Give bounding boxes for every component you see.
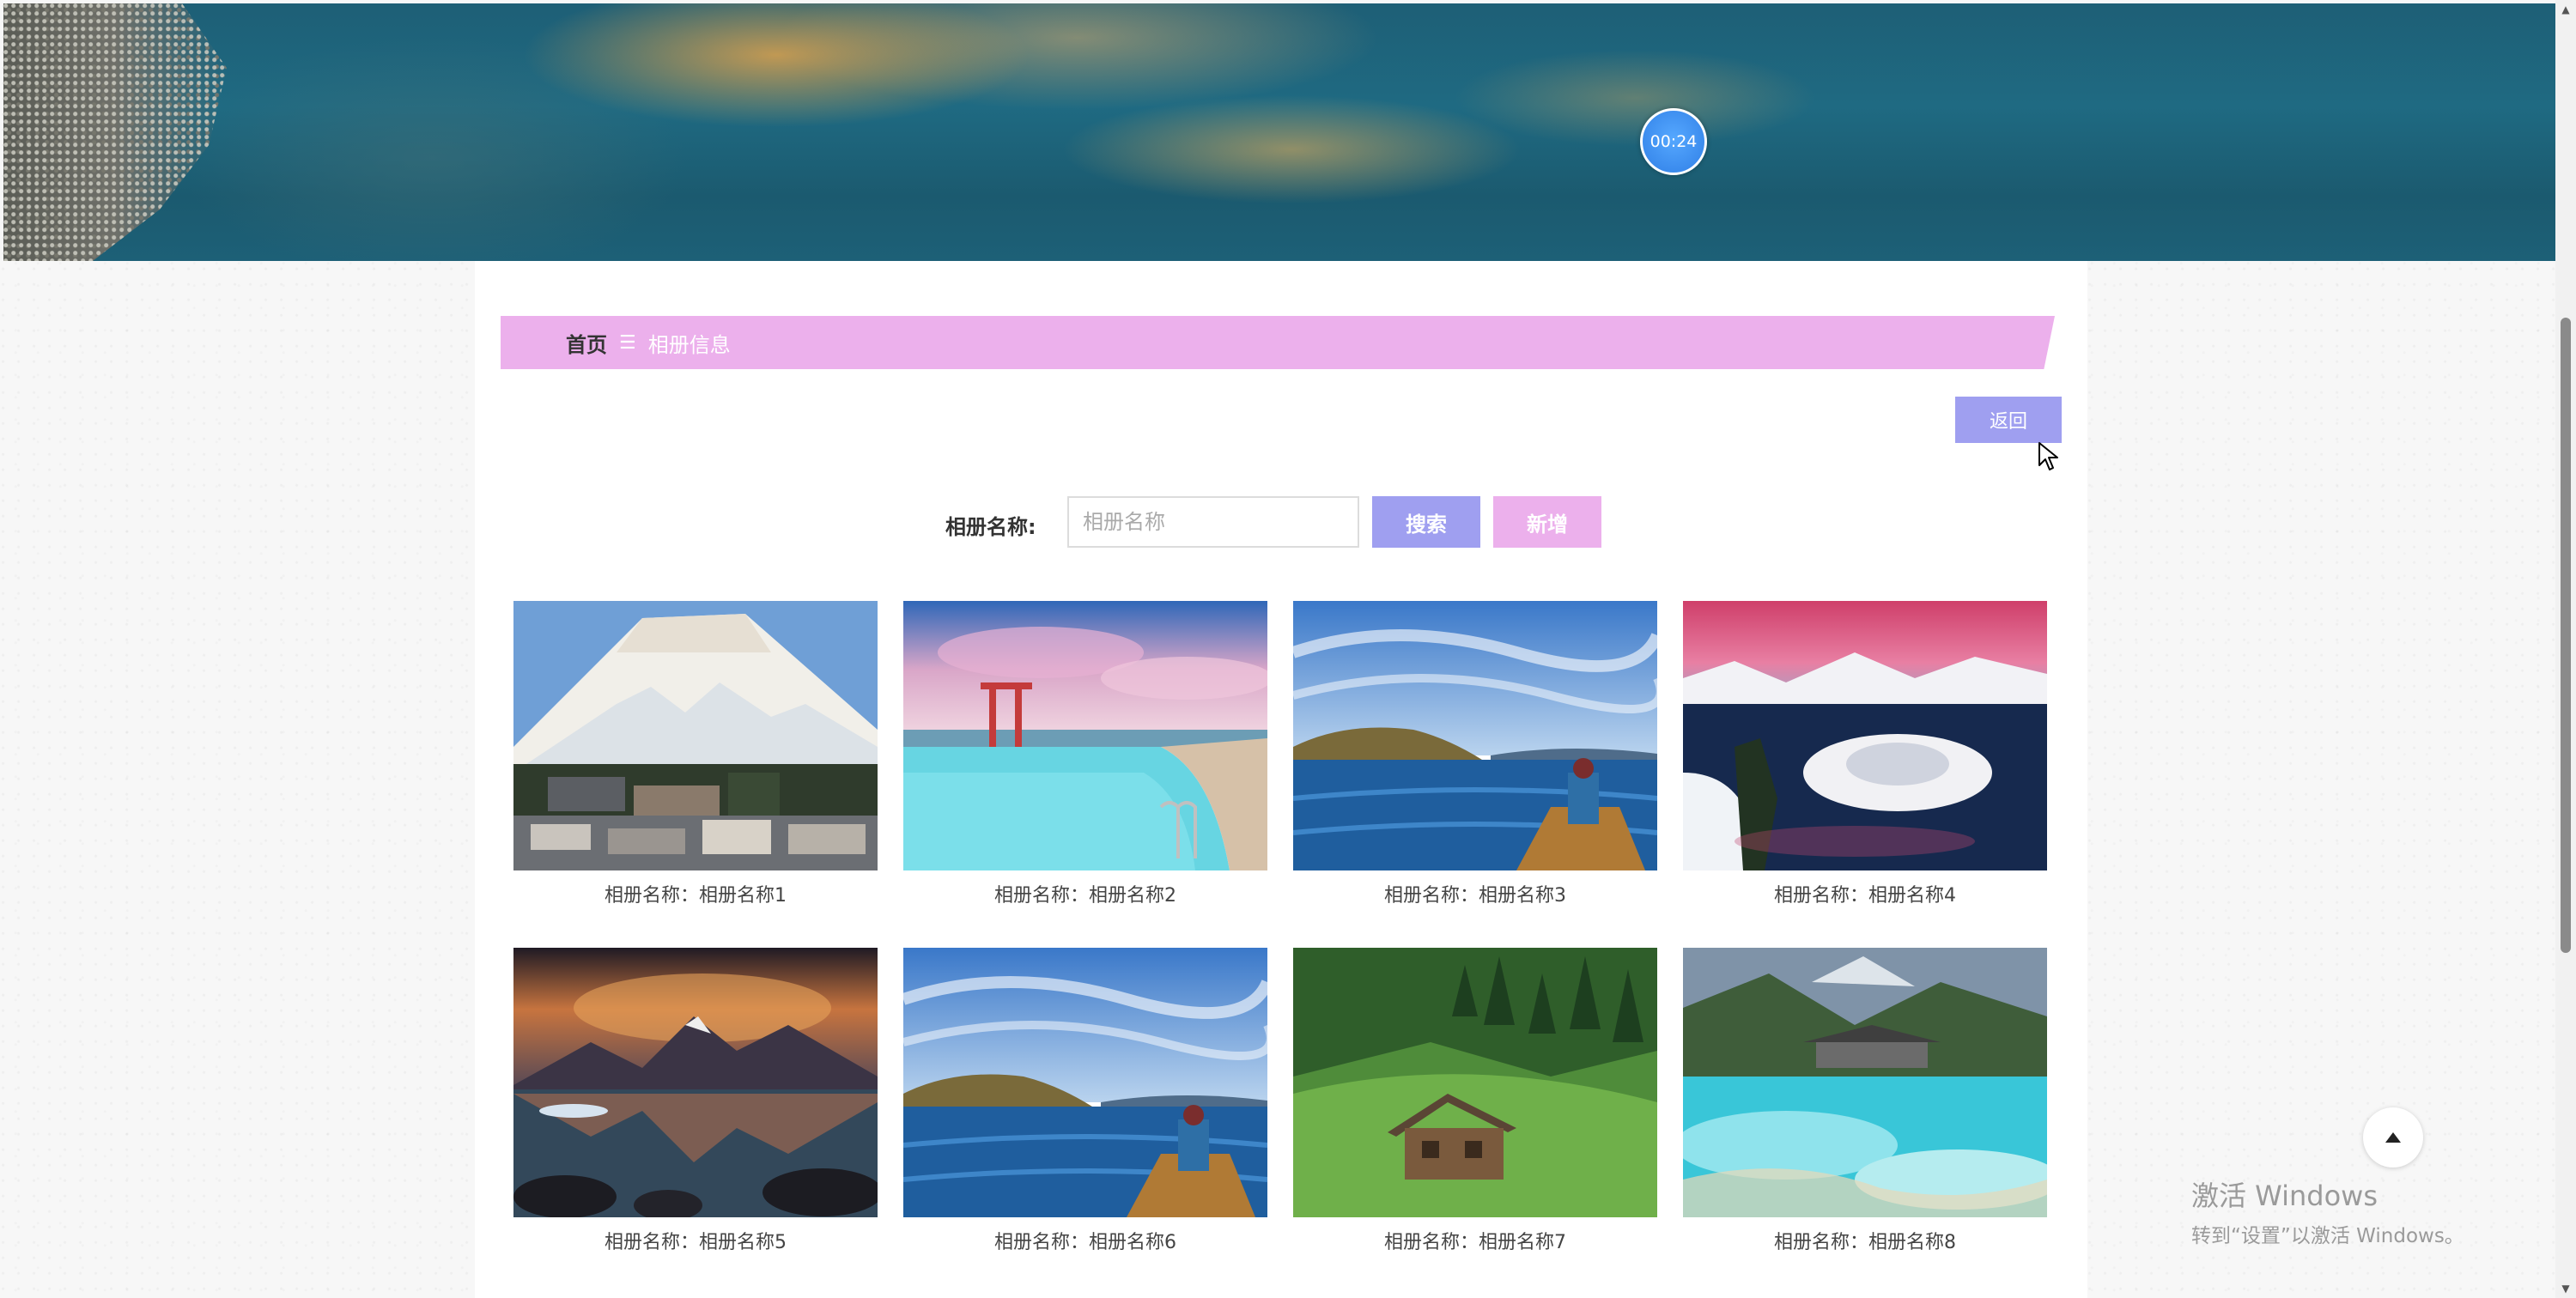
album-card[interactable]: 相册名称：相册名称3: [1293, 601, 1657, 908]
back-to-top-button[interactable]: [2363, 1107, 2423, 1168]
album-thumbnail[interactable]: [1293, 601, 1657, 870]
scroll-thumb[interactable]: [2561, 318, 2571, 953]
windows-activation-watermark: 激活 Windows 转到“设置”以激活 Windows。: [2191, 1174, 2464, 1248]
album-caption: 相册名称：相册名称3: [1384, 885, 1566, 907]
back-button[interactable]: 返回: [1955, 397, 2062, 443]
album-thumbnail[interactable]: [513, 601, 878, 870]
album-content-panel: 首页 ☰ 相册信息 返回 相册名称: 搜索 新增: [475, 261, 2087, 1298]
search-bar: 相册名称: 搜索 新增: [475, 496, 2087, 548]
watermark-title: 激活 Windows: [2191, 1180, 2379, 1212]
timer-badge: 00:24: [1640, 108, 1707, 175]
search-button[interactable]: 搜索: [1372, 496, 1480, 548]
album-thumbnail[interactable]: [903, 601, 1267, 870]
page-scrollbar[interactable]: ▲ ▼: [2555, 0, 2576, 1298]
album-card[interactable]: 相册名称：相册名称2: [903, 601, 1267, 908]
album-thumbnail[interactable]: [513, 948, 878, 1217]
album-card[interactable]: 相册名称：相册名称5: [513, 948, 878, 1255]
album-caption: 相册名称：相册名称7: [1384, 1232, 1566, 1253]
album-caption: 相册名称：相册名称6: [994, 1232, 1176, 1253]
album-grid: 相册名称：相册名称1 相册名称：相册名称2 相册名称：相册名称3 相册名称：相册…: [513, 601, 2059, 1255]
album-name-search-input[interactable]: [1067, 496, 1359, 548]
album-card[interactable]: 相册名称：相册名称6: [903, 948, 1267, 1255]
mouse-cursor-icon: [2038, 442, 2058, 470]
album-card[interactable]: 相册名称：相册名称1: [513, 601, 878, 908]
album-caption: 相册名称：相册名称5: [605, 1232, 787, 1253]
scroll-down-icon[interactable]: ▼: [2555, 1279, 2576, 1298]
header-banner: 00:24: [3, 3, 2555, 261]
album-thumbnail[interactable]: [1683, 601, 2047, 870]
album-thumbnail[interactable]: [903, 948, 1267, 1217]
breadcrumb: 首页 ☰ 相册信息: [501, 316, 2055, 369]
breadcrumb-current: 相册信息: [647, 332, 731, 357]
page: 00:24 ▲ ▼ 首页 ☰ 相册信息 返回 相册名称: 搜索 新增: [0, 0, 2576, 1298]
breadcrumb-separator-icon: ☰: [619, 331, 636, 354]
album-caption: 相册名称：相册名称8: [1774, 1232, 1956, 1253]
album-thumbnail[interactable]: [1683, 948, 2047, 1217]
arrow-up-icon: [2385, 1132, 2401, 1143]
breadcrumb-home-link[interactable]: 首页: [566, 328, 607, 358]
banner-rock-decoration: [3, 3, 227, 261]
album-card[interactable]: 相册名称：相册名称8: [1683, 948, 2047, 1255]
album-card[interactable]: 相册名称：相册名称4: [1683, 601, 2047, 908]
album-caption: 相册名称：相册名称1: [605, 885, 787, 907]
album-thumbnail[interactable]: [1293, 948, 1657, 1217]
add-album-button[interactable]: 新增: [1493, 496, 1601, 548]
scroll-up-icon[interactable]: ▲: [2555, 0, 2576, 19]
album-card[interactable]: 相册名称：相册名称7: [1293, 948, 1657, 1255]
album-caption: 相册名称：相册名称4: [1774, 885, 1956, 907]
watermark-subtitle: 转到“设置”以激活 Windows。: [2191, 1225, 2464, 1247]
album-caption: 相册名称：相册名称2: [994, 885, 1176, 907]
search-label: 相册名称:: [945, 515, 1036, 539]
